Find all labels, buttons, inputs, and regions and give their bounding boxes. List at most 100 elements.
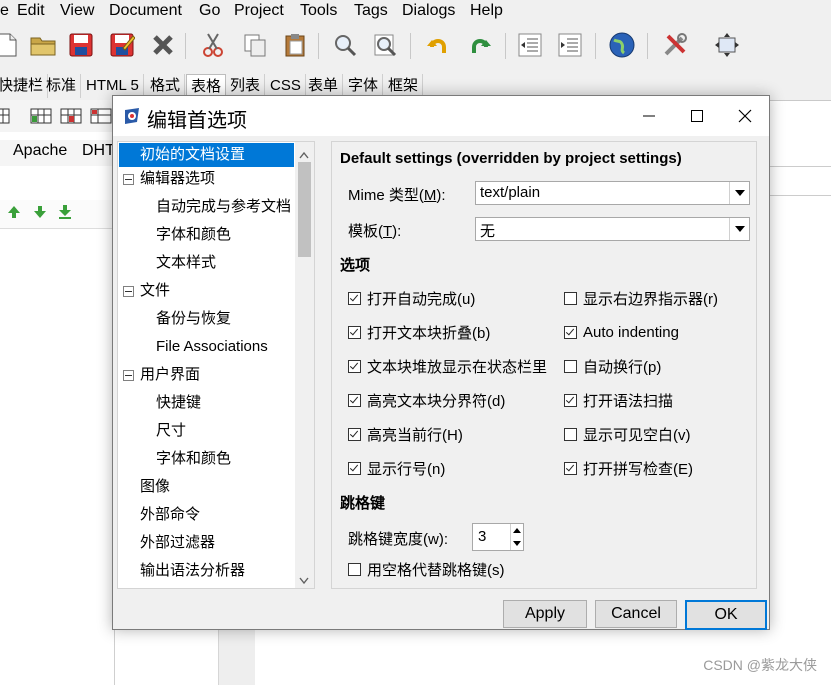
chevron-down-icon[interactable] [729, 182, 749, 204]
redo-icon[interactable] [465, 30, 495, 60]
new-file-icon[interactable] [0, 30, 22, 60]
mime-type-select[interactable]: text/plain [475, 181, 750, 205]
spinner-arrows-icon[interactable] [511, 524, 523, 550]
arrow-up-icon[interactable] [6, 204, 22, 224]
menubar: e Edit View Document Go Project Tools Ta… [0, 0, 831, 24]
app-plugin-strip: Apache DHT [0, 140, 120, 166]
menu-tags[interactable]: Tags [354, 2, 388, 20]
tree-item-images[interactable]: 图像 [140, 475, 170, 499]
option-line-numbers[interactable]: 显示行号(n) [348, 461, 445, 478]
option-highlight-delimiters[interactable]: 高亮文本块分界符(d) [348, 393, 505, 410]
apache-tab[interactable]: Apache [13, 142, 67, 160]
options-title: 选项 [340, 257, 371, 274]
scroll-down-icon[interactable] [299, 572, 309, 589]
arrow-down-icon[interactable] [32, 204, 48, 224]
copy-icon[interactable] [240, 30, 270, 60]
tree-item-initial-doc[interactable]: 初始的文档设置 [119, 143, 294, 167]
indent-right-icon[interactable] [555, 30, 585, 60]
tree-item-external-filters[interactable]: 外部过滤器 [140, 531, 215, 555]
maximize-button[interactable] [673, 96, 721, 136]
mime-label: Mime 类型(M): [348, 187, 446, 204]
app-editor-gutter [218, 630, 255, 685]
minimize-button[interactable] [625, 96, 673, 136]
option-spell-check[interactable]: 打开拼写检查(E) [564, 461, 693, 478]
save-as-icon[interactable] [107, 30, 137, 60]
category-tree[interactable]: 初始的文档设置 编辑器选项 自动完成与参考文档 字体和颜色 文本样式 文件 备份… [117, 141, 297, 589]
tab-width-spinner[interactable]: 3 [472, 523, 524, 551]
option-visible-whitespace[interactable]: 显示可见空白(v) [564, 427, 691, 444]
tab-section-title: 跳格键 [340, 495, 386, 512]
dialog-titlebar[interactable]: 编辑首选项 [113, 96, 769, 136]
option-highlight-current-line[interactable]: 高亮当前行(H) [348, 427, 463, 444]
option-block-stack-statusbar[interactable]: 文本块堆放显示在状态栏里 [348, 359, 547, 376]
cancel-button[interactable]: Cancel [595, 600, 677, 628]
app-tab-standard[interactable]: 标准 [42, 74, 82, 98]
table-cell-icon[interactable] [60, 107, 82, 129]
menu-view[interactable]: View [60, 2, 94, 20]
option-syntax-scan[interactable]: 打开语法扫描 [564, 393, 673, 410]
paste-icon[interactable] [280, 30, 310, 60]
template-select[interactable]: 无 [475, 217, 750, 241]
table-header-icon[interactable] [90, 107, 112, 129]
cut-icon[interactable] [198, 30, 228, 60]
menu-file[interactable]: e [0, 2, 9, 20]
option-right-margin[interactable]: 显示右边界指示器(r) [564, 291, 718, 308]
tree-item-ui-fonts-colors[interactable]: 字体和颜色 [156, 447, 231, 471]
tree-item-backup[interactable]: 备份与恢复 [156, 307, 231, 331]
preferences-dialog: 编辑首选项 初始的文档设置 编辑器选项 自动完成与参考文档 字体和颜色 文本样式… [112, 95, 770, 630]
ok-button[interactable]: OK [685, 600, 767, 630]
tree-item-output-parsers[interactable]: 输出语法分析器 [140, 559, 245, 583]
menu-tools[interactable]: Tools [300, 2, 337, 20]
open-folder-icon[interactable] [28, 30, 58, 60]
tree-item-editor-options[interactable]: 编辑器选项 [140, 167, 215, 191]
chevron-down-icon[interactable] [729, 218, 749, 240]
settings-panel: Default settings (overridden by project … [331, 141, 757, 589]
tree-item-external-commands[interactable]: 外部命令 [140, 503, 200, 527]
tree-item-autocomplete[interactable]: 自动完成与参考文档 [156, 195, 291, 219]
option-word-wrap[interactable]: 自动换行(p) [564, 359, 661, 376]
close-x-icon[interactable] [148, 30, 178, 60]
app-nav-strip [0, 200, 114, 229]
app-tab-quickbar[interactable]: 快捷栏 [0, 74, 49, 98]
save-icon[interactable] [66, 30, 96, 60]
tree-item-shortcuts[interactable]: 快捷键 [156, 391, 201, 415]
option-autocomplete[interactable]: 打开自动完成(u) [348, 291, 475, 308]
apply-button[interactable]: Apply [503, 600, 587, 628]
tree-item-fonts-colors[interactable]: 字体和颜色 [156, 223, 231, 247]
app-right-strip [768, 166, 831, 196]
tree-collapse-icon[interactable] [123, 370, 134, 381]
menu-dialogs[interactable]: Dialogs [402, 2, 455, 20]
menu-help[interactable]: Help [470, 2, 503, 20]
tree-scrollbar[interactable] [295, 141, 315, 589]
menu-edit[interactable]: Edit [17, 2, 45, 20]
table-row-icon[interactable] [30, 107, 52, 129]
template-label: 模板(T): [348, 223, 402, 240]
arrow-down-bar-icon[interactable] [56, 204, 74, 224]
tree-item-file-associations[interactable]: File Associations [156, 335, 268, 359]
menu-document[interactable]: Document [109, 2, 182, 20]
tree-item-ui[interactable]: 用户界面 [140, 363, 200, 387]
find-icon[interactable] [330, 30, 360, 60]
globe-preview-icon[interactable] [607, 30, 637, 60]
dhtml-tab[interactable]: DHT [82, 142, 115, 160]
undo-icon[interactable] [423, 30, 453, 60]
indent-left-icon[interactable] [515, 30, 545, 60]
fullscreen-icon[interactable] [712, 30, 742, 60]
tree-item-dimensions[interactable]: 尺寸 [156, 419, 186, 443]
tools-icon[interactable] [660, 30, 690, 60]
scroll-up-icon[interactable] [299, 146, 309, 163]
tree-item-files[interactable]: 文件 [140, 279, 170, 303]
close-button[interactable] [721, 96, 769, 136]
tree-item-text-styles[interactable]: 文本样式 [156, 251, 216, 275]
menu-project[interactable]: Project [234, 2, 284, 20]
option-auto-indent[interactable]: Auto indenting [564, 324, 679, 341]
tree-collapse-icon[interactable] [123, 286, 134, 297]
option-spaces-for-tabs[interactable]: 用空格代替跳格键(s) [348, 562, 505, 579]
menu-go[interactable]: Go [199, 2, 220, 20]
table-tool-icon[interactable] [0, 107, 10, 129]
tree-scroll-thumb[interactable] [298, 162, 311, 257]
find-replace-icon[interactable] [370, 30, 400, 60]
tree-collapse-icon[interactable] [123, 174, 134, 185]
option-block-folding[interactable]: 打开文本块折叠(b) [348, 325, 490, 342]
app-logo-icon [123, 106, 143, 130]
